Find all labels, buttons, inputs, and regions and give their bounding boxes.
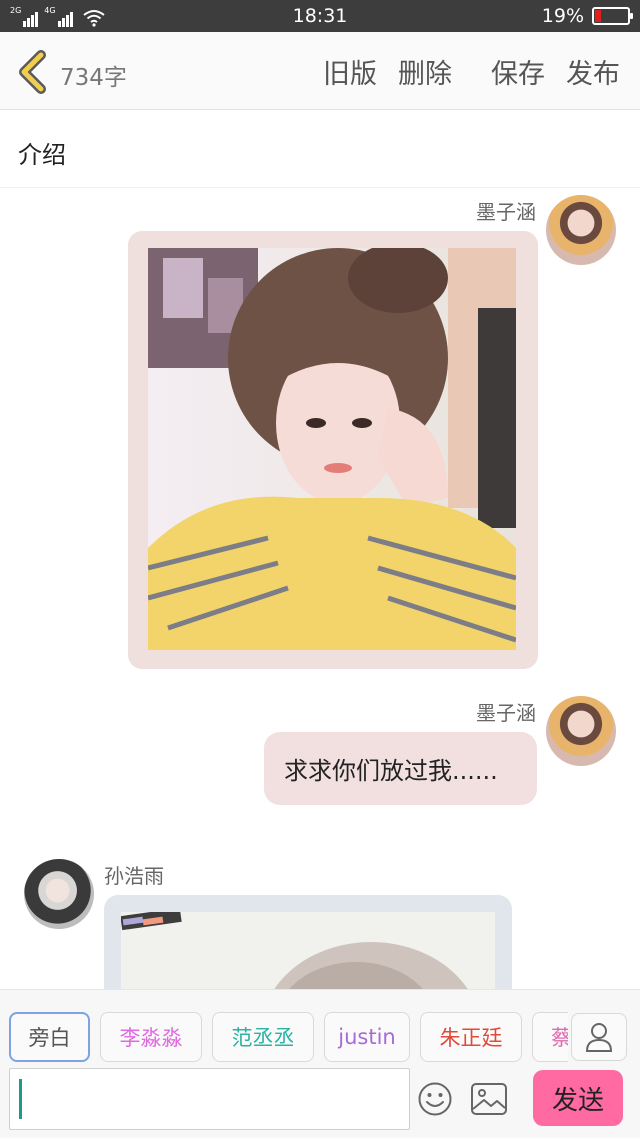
publish-button[interactable]: 发布 <box>566 52 620 91</box>
sender-name: 孙浩雨 <box>104 864 164 888</box>
battery-level <box>595 10 602 22</box>
message-text: 求求你们放过我...... <box>284 757 498 785</box>
battery-icon <box>592 7 633 25</box>
character-chip[interactable]: justin <box>324 1012 410 1062</box>
intro-section[interactable]: 介绍 <box>0 111 640 188</box>
word-count: 734字 <box>60 65 127 91</box>
delete-button[interactable]: 删除 <box>398 52 452 91</box>
status-bar: 2G 4G 18:31 19% <box>0 0 640 32</box>
text-message-bubble[interactable]: 求求你们放过我...... <box>264 732 537 805</box>
avatar[interactable] <box>546 195 616 265</box>
person-icon <box>585 1023 613 1052</box>
back-button[interactable] <box>14 50 54 94</box>
composer-panel: 旁白 李淼淼 范丞丞 justin 朱正廷 蔡 发送 <box>0 989 640 1138</box>
avatar[interactable] <box>546 696 616 766</box>
character-selector: 旁白 李淼淼 范丞丞 justin 朱正廷 蔡 <box>0 990 568 1062</box>
message-input[interactable] <box>9 1068 410 1130</box>
emoji-icon[interactable] <box>417 1081 453 1117</box>
photo[interactable] <box>121 912 495 989</box>
chevron-left-icon <box>19 50 46 94</box>
editor-toolbar: 734字 旧版 删除 保存 发布 <box>0 32 640 110</box>
character-chip[interactable]: 李淼淼 <box>100 1012 202 1062</box>
character-chip-narrator[interactable]: 旁白 <box>9 1012 90 1062</box>
intro-label: 介绍 <box>18 141 66 169</box>
character-chip[interactable]: 朱正廷 <box>420 1012 522 1062</box>
character-chip[interactable]: 范丞丞 <box>212 1012 314 1062</box>
sender-name: 墨子涵 <box>476 701 536 725</box>
manage-characters-button[interactable] <box>571 1013 627 1061</box>
battery-percent: 19% <box>541 5 584 27</box>
image-message-bubble[interactable] <box>104 895 512 989</box>
text-cursor <box>19 1079 22 1119</box>
image-message-bubble[interactable] <box>128 231 538 669</box>
sender-name: 墨子涵 <box>476 200 536 224</box>
image-icon[interactable] <box>470 1082 508 1116</box>
chat-area[interactable]: 墨子涵 墨子涵 求求你们放过我...... 孙浩雨 <box>0 189 640 989</box>
character-chip[interactable]: 蔡 <box>532 1012 568 1062</box>
old-version-button[interactable]: 旧版 <box>323 52 377 91</box>
avatar[interactable] <box>24 859 94 929</box>
send-button[interactable]: 发送 <box>533 1070 623 1126</box>
save-button[interactable]: 保存 <box>491 52 545 91</box>
photo[interactable] <box>148 248 516 650</box>
